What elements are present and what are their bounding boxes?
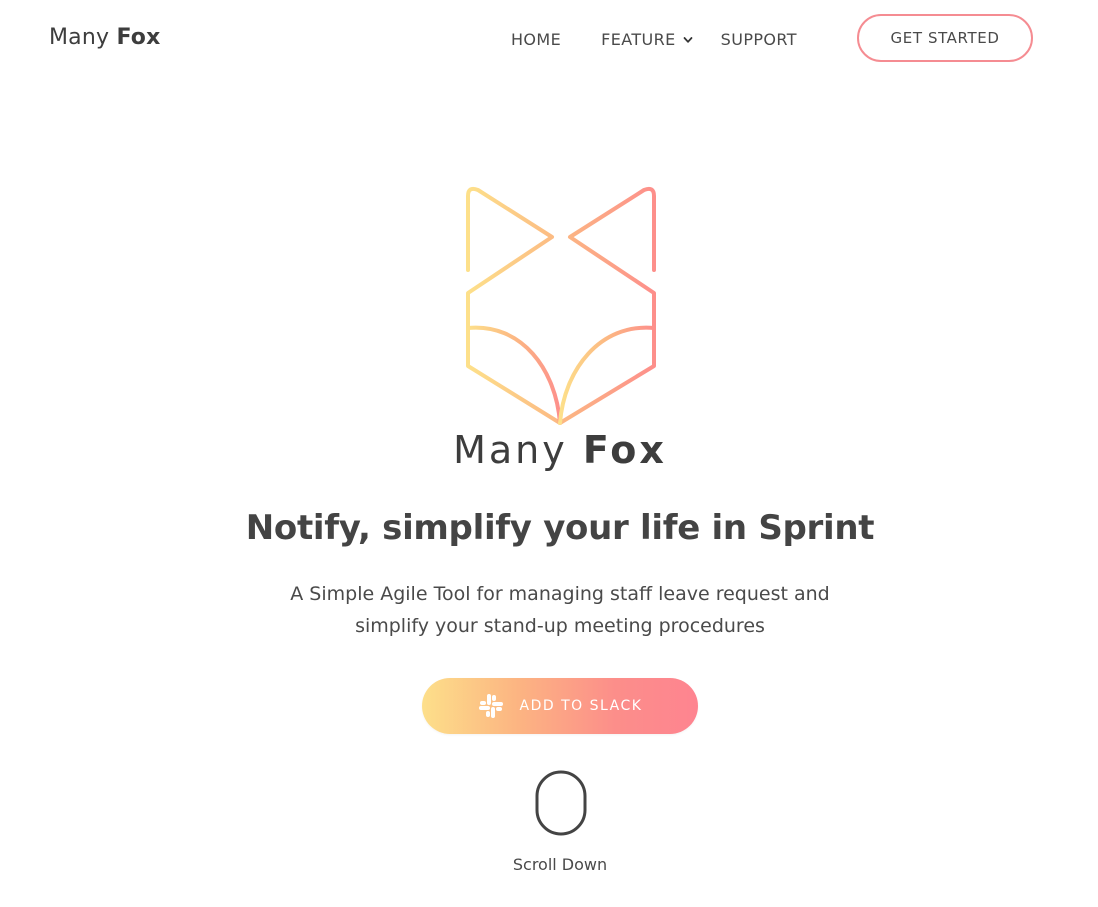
add-to-slack-button[interactable]: ADD TO SLACK bbox=[422, 678, 698, 734]
hero-headline: Notify, simplify your life in Sprint bbox=[245, 508, 875, 548]
mouse-icon[interactable] bbox=[535, 770, 587, 836]
add-to-slack-label: ADD TO SLACK bbox=[519, 698, 643, 714]
scroll-down-label: Scroll Down bbox=[512, 855, 608, 874]
hero-subtext: A Simple Agile Tool for managing staff l… bbox=[250, 578, 870, 642]
hero-logo-word-light: Many bbox=[453, 428, 568, 472]
nav-support-link[interactable]: SUPPORT bbox=[721, 30, 797, 49]
get-started-button[interactable]: GET STARTED bbox=[857, 14, 1033, 62]
brand-name-bold: Fox bbox=[116, 25, 161, 50]
nav-feature-label: FEATURE bbox=[601, 30, 676, 49]
nav-home-link[interactable]: HOME bbox=[511, 30, 561, 49]
nav-feature-dropdown[interactable]: FEATURE bbox=[601, 30, 693, 49]
brand-name-light: Many bbox=[49, 25, 110, 50]
navbar: Many Fox HOME FEATURE SUPPORT GET STARTE… bbox=[0, 0, 1098, 80]
fox-logo-icon bbox=[466, 186, 656, 425]
hero-logo-word-bold: Fox bbox=[582, 428, 667, 472]
hero-subtext-line-2: simplify your stand-up meeting procedure… bbox=[355, 615, 765, 637]
hero-logo-wordmark: Many Fox bbox=[0, 428, 1098, 472]
brand-logo[interactable]: Many Fox bbox=[49, 25, 160, 50]
nav-links: HOME FEATURE SUPPORT bbox=[511, 30, 797, 49]
hero-subtext-line-1: A Simple Agile Tool for managing staff l… bbox=[290, 583, 830, 605]
chevron-down-icon bbox=[683, 36, 693, 43]
slack-icon bbox=[478, 694, 503, 718]
